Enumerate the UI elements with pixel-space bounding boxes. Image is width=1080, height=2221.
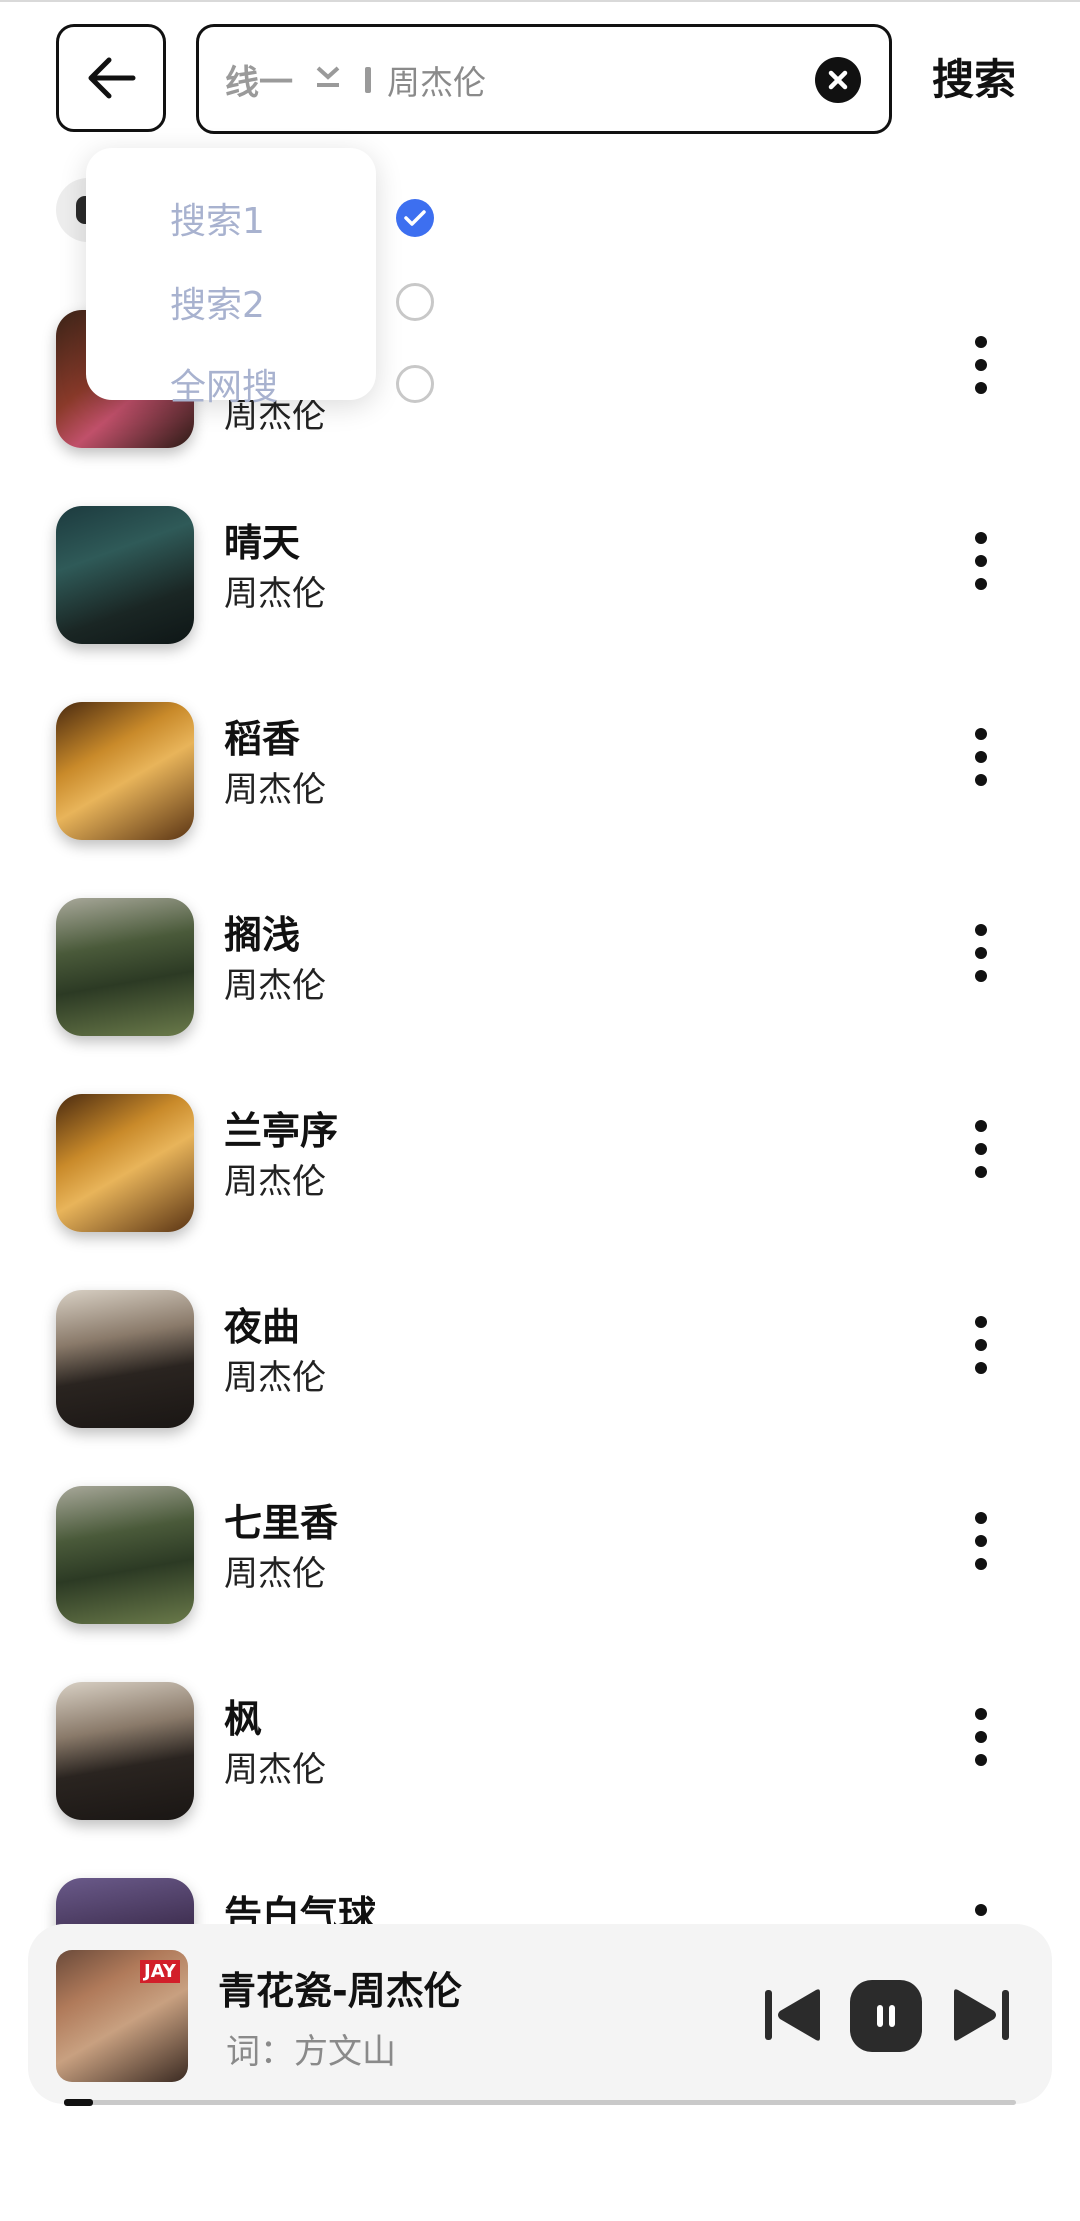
song-row[interactable]: 枫 周杰伦 [0, 1672, 1080, 1832]
skip-next-icon[interactable] [950, 1986, 1012, 2048]
mini-player[interactable]: JAY 青花瓷-周杰伦 词：方文山 [28, 1924, 1052, 2104]
playback-progress-fill [64, 2099, 93, 2106]
more-options-icon[interactable] [966, 1512, 996, 1592]
skip-previous-icon[interactable] [762, 1986, 824, 2048]
player-lyric: 词：方文山 [226, 2032, 396, 2072]
song-artist: 周杰伦 [224, 1554, 326, 1594]
dropdown-option-search2[interactable]: 搜索2 [170, 272, 434, 332]
song-title: 夜曲 [224, 1305, 301, 1349]
cover-badge: JAY [140, 1960, 180, 1983]
album-cover [56, 898, 194, 1036]
search-source-dropdown: 搜索1 搜索2 全网搜 [86, 148, 434, 408]
song-title: 七里香 [224, 1501, 339, 1545]
album-cover [56, 702, 194, 840]
option-label: 搜索2 [170, 285, 265, 326]
song-title: 稻香 [224, 717, 301, 761]
more-options-icon[interactable] [966, 1708, 996, 1788]
song-title: 搁浅 [224, 913, 301, 957]
song-row[interactable]: 晴天 周杰伦 [0, 496, 1080, 656]
search-box: 线一 [196, 24, 892, 134]
clear-search-button[interactable] [815, 57, 861, 103]
song-title: 枫 [224, 1697, 263, 1741]
song-row[interactable]: 兰亭序 周杰伦 [0, 1084, 1080, 1244]
more-options-icon[interactable] [966, 728, 996, 808]
chevron-down-icon [315, 62, 341, 97]
song-artist: 周杰伦 [224, 1162, 326, 1202]
album-cover [56, 1682, 194, 1820]
search-input[interactable] [385, 27, 789, 133]
song-artist: 周杰伦 [224, 1358, 326, 1398]
search-button[interactable]: 搜索 [932, 40, 1016, 120]
more-options-icon[interactable] [966, 1316, 996, 1396]
song-artist: 周杰伦 [224, 770, 326, 810]
album-cover [56, 1094, 194, 1232]
arrow-left-icon [88, 57, 136, 99]
line-selector-label: 线一 [225, 62, 293, 103]
more-options-icon[interactable] [966, 1120, 996, 1200]
pause-button[interactable] [850, 1980, 922, 2052]
option-label: 全网搜 [170, 367, 279, 408]
song-artist: 周杰伦 [224, 966, 326, 1006]
song-row[interactable]: 七里香 周杰伦 [0, 1476, 1080, 1636]
close-icon [828, 70, 848, 90]
song-row[interactable]: 夜曲 周杰伦 [0, 1280, 1080, 1440]
radio-checked-icon[interactable] [396, 199, 434, 237]
pause-icon [877, 2005, 895, 2027]
dropdown-option-all[interactable]: 全网搜 [170, 354, 434, 414]
playback-progress-bar[interactable] [64, 2099, 1016, 2106]
option-label: 搜索1 [170, 201, 265, 242]
song-row[interactable]: 稻香 周杰伦 [0, 692, 1080, 852]
player-album-cover: JAY [56, 1950, 188, 2082]
song-artist: 周杰伦 [224, 574, 326, 614]
song-title: 兰亭序 [224, 1109, 339, 1153]
more-options-icon[interactable] [966, 336, 996, 416]
radio-unchecked-icon[interactable] [396, 283, 434, 321]
album-cover [56, 1486, 194, 1624]
line-selector[interactable]: 线一 [225, 27, 341, 131]
more-options-icon[interactable] [966, 924, 996, 1004]
album-cover [56, 1290, 194, 1428]
album-cover [56, 506, 194, 644]
song-row[interactable]: 搁浅 周杰伦 [0, 888, 1080, 1048]
input-divider [365, 67, 371, 93]
dropdown-option-search1[interactable]: 搜索1 [170, 188, 434, 248]
song-title: 晴天 [224, 521, 301, 565]
status-divider [0, 0, 1080, 2]
radio-unchecked-icon[interactable] [396, 365, 434, 403]
more-options-icon[interactable] [966, 532, 996, 612]
player-song-title: 青花瓷-周杰伦 [218, 1969, 462, 2013]
song-artist: 周杰伦 [224, 1750, 326, 1790]
back-button[interactable] [56, 24, 166, 132]
